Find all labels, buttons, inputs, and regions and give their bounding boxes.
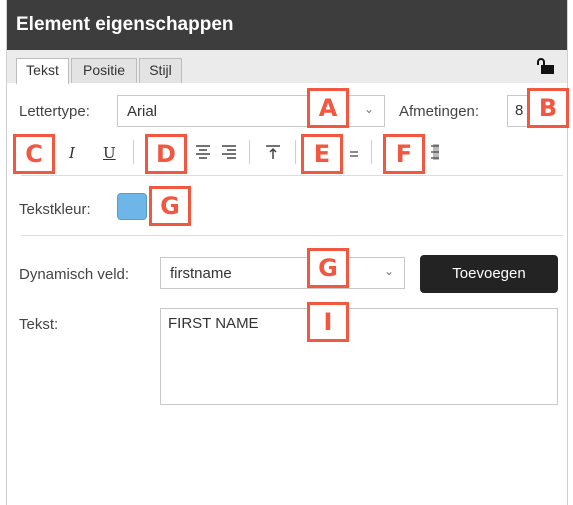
divider [21,235,563,236]
font-label: Lettertype: [19,103,90,120]
tab-bar: Tekst Positie Stijl [7,50,567,84]
marker-d: D [145,134,187,174]
tab-tekst[interactable]: Tekst [16,58,69,84]
toolbar-separator [371,140,372,164]
marker-b: B [527,88,569,128]
chevron-down-icon: ⌄ [383,264,394,278]
tab-stijl[interactable]: Stijl [139,58,182,83]
dynamic-field-value: firstname [170,265,232,282]
toolbar-separator [249,140,250,164]
marker-i: I [307,302,349,342]
marker-a: A [307,88,349,128]
dynamic-field-label: Dynamisch veld: [19,266,130,283]
divider [21,175,563,176]
marker-c: C [13,134,55,174]
size-label: Afmetingen: [399,103,480,120]
tab-positie[interactable]: Positie [71,58,137,83]
align-right-icon[interactable] [221,144,237,160]
text-color-label: Tekstkleur: [19,201,91,218]
text-area[interactable]: FIRST NAME [160,308,558,405]
unlock-icon[interactable] [537,58,555,74]
marker-e: E [301,134,343,174]
valign-top-icon[interactable] [265,144,281,160]
marker-g-dynamic: G [307,248,349,288]
text-effect-icon[interactable] [349,148,359,160]
font-value: Arial [127,103,158,120]
text-label: Tekst: [19,316,59,333]
italic-button[interactable]: I [69,144,75,162]
toolbar-separator [295,140,296,164]
marker-f: F [383,134,425,174]
text-color-swatch[interactable] [117,193,147,220]
line-spacing-icon[interactable] [429,142,441,162]
toolbar-separator [133,140,134,164]
add-button[interactable]: Toevoegen [420,255,558,293]
align-center-icon[interactable] [195,144,211,160]
marker-g-color: G [149,186,191,226]
panel-title: Element eigenschappen [7,0,567,50]
chevron-down-icon: ⌄ [363,102,374,116]
element-properties-panel: Element eigenschappen Tekst Positie Stij… [6,0,569,505]
dynamic-field-select[interactable]: firstname ⌄ [160,257,405,289]
underline-button[interactable]: U [103,144,116,162]
